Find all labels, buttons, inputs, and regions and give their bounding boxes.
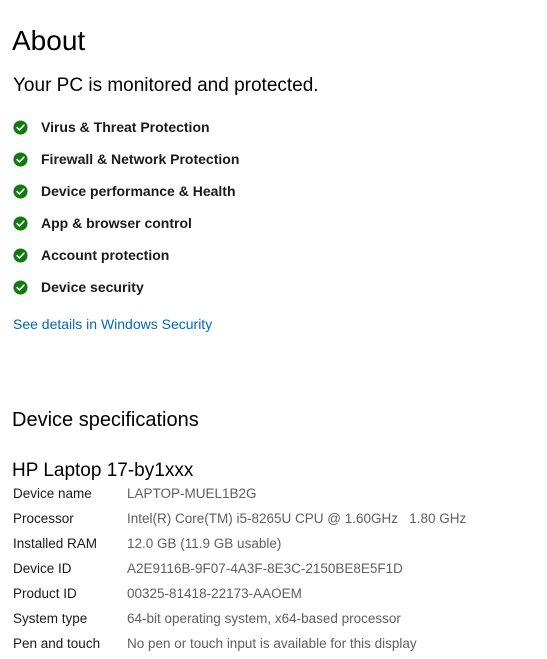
spec-row-installed-ram: Installed RAM 12.0 GB (11.9 GB usable): [13, 531, 466, 556]
spec-row-processor: Processor Intel(R) Core(TM) i5-8265U CPU…: [13, 506, 466, 531]
protection-status-heading: Your PC is monitored and protected.: [13, 75, 319, 96]
protection-item-label: Device performance & Health: [41, 183, 236, 199]
device-specifications-heading: Device specifications: [12, 409, 199, 431]
protection-item-firewall-network: Firewall & Network Protection: [13, 143, 239, 175]
protection-item-label: App & browser control: [41, 215, 192, 231]
spec-value: Intel(R) Core(TM) i5-8265U CPU @ 1.60GHz…: [127, 511, 467, 526]
spec-row-system-type: System type 64-bit operating system, x64…: [13, 606, 466, 631]
spec-label: Processor: [13, 511, 74, 526]
spec-row-device-id: Device ID A2E9116B-9F07-4A3F-8E3C-2150BE…: [13, 556, 466, 581]
spec-value: No pen or touch input is available for t…: [127, 636, 417, 651]
spec-value: 64-bit operating system, x64-based proce…: [127, 611, 401, 626]
spec-label: Device name: [13, 486, 92, 501]
spec-value: A2E9116B-9F07-4A3F-8E3C-2150BE8E5F1D: [127, 561, 403, 576]
device-model-name: HP Laptop 17-by1xxx: [12, 460, 194, 481]
check-circle-icon: [13, 247, 28, 263]
protection-item-account-protection: Account protection: [13, 239, 239, 271]
spec-value: LAPTOP-MUEL1B2G: [127, 486, 257, 501]
check-circle-icon: [13, 279, 28, 295]
protection-item-device-performance: Device performance & Health: [13, 175, 239, 207]
check-circle-icon: [13, 183, 28, 199]
protection-item-label: Account protection: [41, 247, 170, 263]
check-circle-icon: [13, 151, 28, 167]
protection-item-label: Device security: [41, 279, 144, 295]
spec-label: Product ID: [13, 586, 77, 601]
protection-item-label: Virus & Threat Protection: [41, 119, 210, 135]
check-circle-icon: [13, 119, 28, 135]
spec-row-device-name: Device name LAPTOP-MUEL1B2G: [13, 481, 466, 506]
spec-value: 12.0 GB (11.9 GB usable): [127, 536, 282, 551]
protection-item-label: Firewall & Network Protection: [41, 151, 240, 167]
spec-row-pen-and-touch: Pen and touch No pen or touch input is a…: [13, 631, 466, 656]
page-title: About: [12, 25, 86, 56]
windows-security-link[interactable]: See details in Windows Security: [13, 315, 212, 333]
protection-item-app-browser-control: App & browser control: [13, 207, 239, 239]
protection-list: Virus & Threat Protection Firewall & Net…: [13, 111, 239, 303]
spec-label: Device ID: [13, 561, 72, 576]
spec-row-product-id: Product ID 00325-81418-22173-AAOEM: [13, 581, 466, 606]
device-spec-table: Device name LAPTOP-MUEL1B2G Processor In…: [13, 481, 466, 656]
protection-item-device-security: Device security: [13, 271, 239, 303]
spec-label: Installed RAM: [13, 536, 98, 551]
protection-item-virus-threat: Virus & Threat Protection: [13, 111, 239, 143]
spec-value: 00325-81418-22173-AAOEM: [127, 586, 302, 601]
check-circle-icon: [13, 215, 28, 231]
spec-label: Pen and touch: [13, 636, 101, 651]
spec-label: System type: [13, 611, 88, 626]
